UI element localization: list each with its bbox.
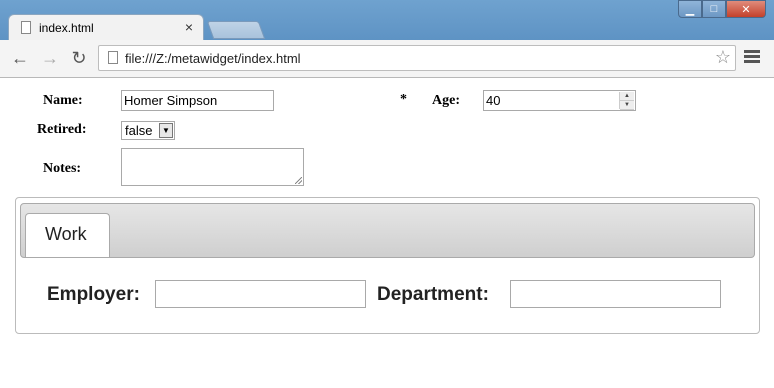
employer-label: Employer: <box>47 284 140 305</box>
back-arrow-icon[interactable]: ← <box>10 48 30 68</box>
age-label: Age: <box>432 93 460 108</box>
retired-select[interactable]: false ▼ <box>121 121 175 140</box>
dropdown-arrow-icon[interactable]: ▼ <box>159 123 173 138</box>
url-text[interactable]: file:///Z:/metawidget/index.html <box>125 51 301 66</box>
new-tab-button[interactable] <box>206 21 266 39</box>
page-icon <box>21 21 31 34</box>
resize-grip-icon[interactable] <box>295 177 302 184</box>
department-label: Department: <box>377 284 489 305</box>
reload-icon[interactable]: ↻ <box>69 48 89 68</box>
page-icon <box>108 51 118 64</box>
department-input[interactable] <box>510 280 721 308</box>
window-controls: ▁ □ ✕ <box>678 0 766 18</box>
retired-value: false <box>125 123 153 138</box>
notes-label: Notes: <box>43 161 82 176</box>
name-input[interactable]: Homer Simpson <box>121 90 274 111</box>
forward-arrow-icon[interactable]: → <box>40 48 60 68</box>
age-value: 40 <box>486 93 501 108</box>
spin-down-icon[interactable]: ▼ <box>620 101 634 110</box>
address-bar[interactable]: file:///Z:/metawidget/index.html ☆ <box>98 45 736 71</box>
retired-label: Retired: <box>37 122 87 137</box>
browser-toolbar: ← → ↻ file:///Z:/metawidget/index.html ☆ <box>0 40 774 78</box>
maximize-button[interactable]: □ <box>702 0 726 18</box>
tab-title: index.html <box>39 21 94 35</box>
required-marker: * <box>400 92 407 107</box>
tab-work[interactable]: Work <box>25 213 110 257</box>
work-panel: Work Employer: Department: <box>15 197 760 334</box>
menu-icon[interactable] <box>744 50 760 66</box>
notes-textarea[interactable] <box>121 148 304 186</box>
name-label: Name: <box>43 93 83 108</box>
tab-bar: Work <box>20 203 755 258</box>
spin-up-icon[interactable]: ▲ <box>620 92 634 101</box>
bookmark-star-icon[interactable]: ☆ <box>715 47 731 68</box>
close-window-button[interactable]: ✕ <box>726 0 766 18</box>
tab-close-icon[interactable]: × <box>185 19 193 35</box>
age-spinner[interactable]: ▲ ▼ <box>619 92 634 110</box>
age-input[interactable]: 40 ▲ ▼ <box>483 90 636 111</box>
employer-input[interactable] <box>155 280 366 308</box>
minimize-button[interactable]: ▁ <box>678 0 702 18</box>
title-bar: index.html × ▁ □ ✕ <box>0 0 774 40</box>
page-content: Name: Homer Simpson * Age: 40 ▲ ▼ Retire… <box>0 78 774 388</box>
browser-tab[interactable]: index.html × <box>8 14 204 40</box>
